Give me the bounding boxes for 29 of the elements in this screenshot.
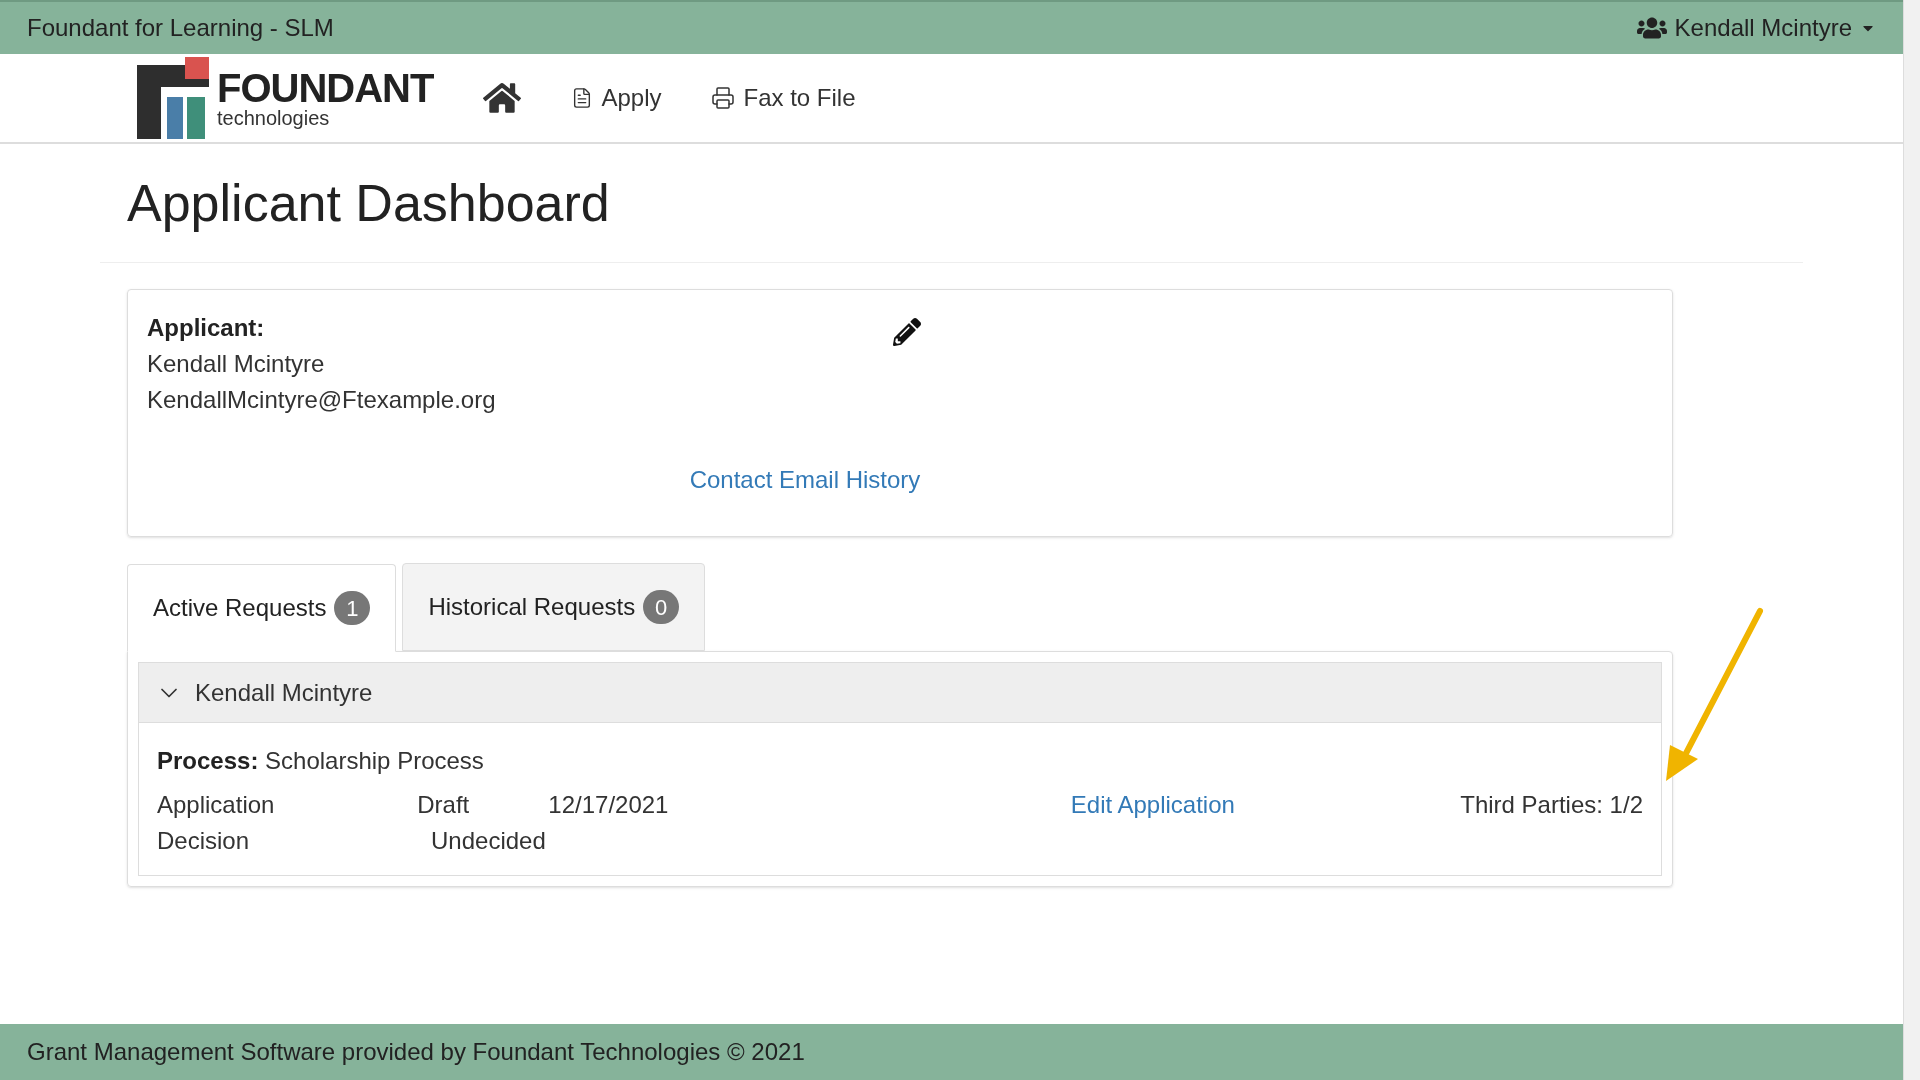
fax-machine-icon <box>711 86 736 110</box>
app-title: Foundant for Learning - SLM <box>27 13 334 43</box>
request-cell-text: Undecided <box>431 826 547 856</box>
third-parties-text: Third Parties: 1/2 <box>1460 790 1643 820</box>
request-cell-text: 12/17/2021 <box>548 790 670 820</box>
request-header[interactable]: Kendall Mcintyre <box>139 663 1661 723</box>
logo-tagline: technologies <box>217 108 331 128</box>
tab[interactable]: Historical Requests 0 <box>402 563 706 651</box>
request-cell-text: Draft <box>417 790 471 820</box>
applicant-email: KendallMcintyre@Ftexample.org <box>147 385 496 415</box>
contact-email-history-link[interactable]: Contact Email History <box>689 462 921 498</box>
request-cell-text: Decision <box>157 826 251 856</box>
user-menu[interactable]: Kendall Mcintyre <box>1636 10 1876 46</box>
nav-link[interactable]: Fax to File <box>711 80 856 116</box>
applicant-label: Applicant: <box>147 313 265 343</box>
users-icon <box>1636 16 1667 40</box>
process-text: Process: Scholarship Process <box>157 746 485 776</box>
count-badge: 1 <box>334 591 371 625</box>
logo-wordmark: FOUNDANT <box>217 68 434 108</box>
nav-link[interactable]: Apply <box>571 80 662 116</box>
page-title: Applicant Dashboard <box>126 173 611 234</box>
tab[interactable]: Active Requests 1 <box>127 564 397 652</box>
applicant-name: Kendall Mcintyre <box>147 349 325 379</box>
count-badge: 0 <box>643 590 680 624</box>
edit-application-link[interactable]: Edit Application <box>1070 787 1461 823</box>
request-cell-text: Application <box>157 790 276 820</box>
footer-text: Grant Management Software provided by Foundant Technologies © 2021 <box>27 1037 805 1067</box>
edit-icon[interactable] <box>893 318 921 346</box>
logo-icon <box>137 57 209 139</box>
